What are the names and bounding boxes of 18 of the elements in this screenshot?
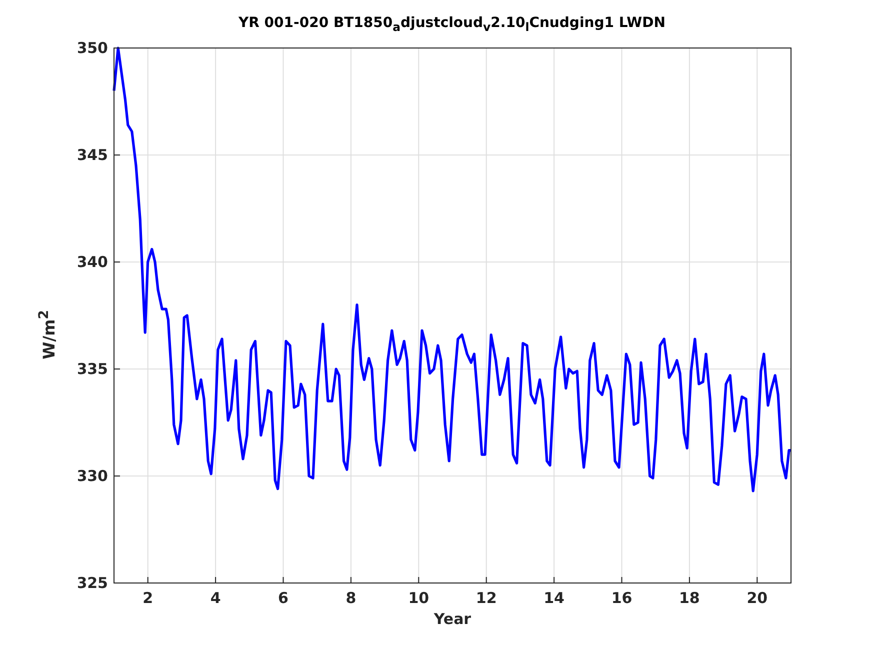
x-tick-label: 8 <box>346 589 356 607</box>
x-tick-label: 10 <box>408 589 430 607</box>
x-tick-label: 18 <box>679 589 700 607</box>
y-tick-label: 335 <box>78 360 108 378</box>
x-tick-label: 16 <box>611 589 632 607</box>
x-tick-label: 14 <box>544 589 564 607</box>
x-tick-label: 12 <box>476 589 497 607</box>
chart-title: YR 001-020 BT1850$_{a}$djustcloud$_{v}$2.10$_{l}$Cnudging1 LWDN <box>238 15 666 36</box>
y-tick-label: 350 <box>78 40 108 57</box>
x-tick-label: 20 <box>746 589 768 607</box>
x-tick-label: 4 <box>210 589 221 607</box>
x-tick-label: 2 <box>142 589 154 607</box>
y-tick-label: 325 <box>78 574 108 592</box>
x-tick-label: 6 <box>278 589 288 607</box>
x-axis-label: Year <box>434 610 472 628</box>
y-tick-label: 330 <box>78 467 108 485</box>
y-tick-label: 345 <box>78 146 108 164</box>
y-tick-label: 340 <box>78 253 108 271</box>
